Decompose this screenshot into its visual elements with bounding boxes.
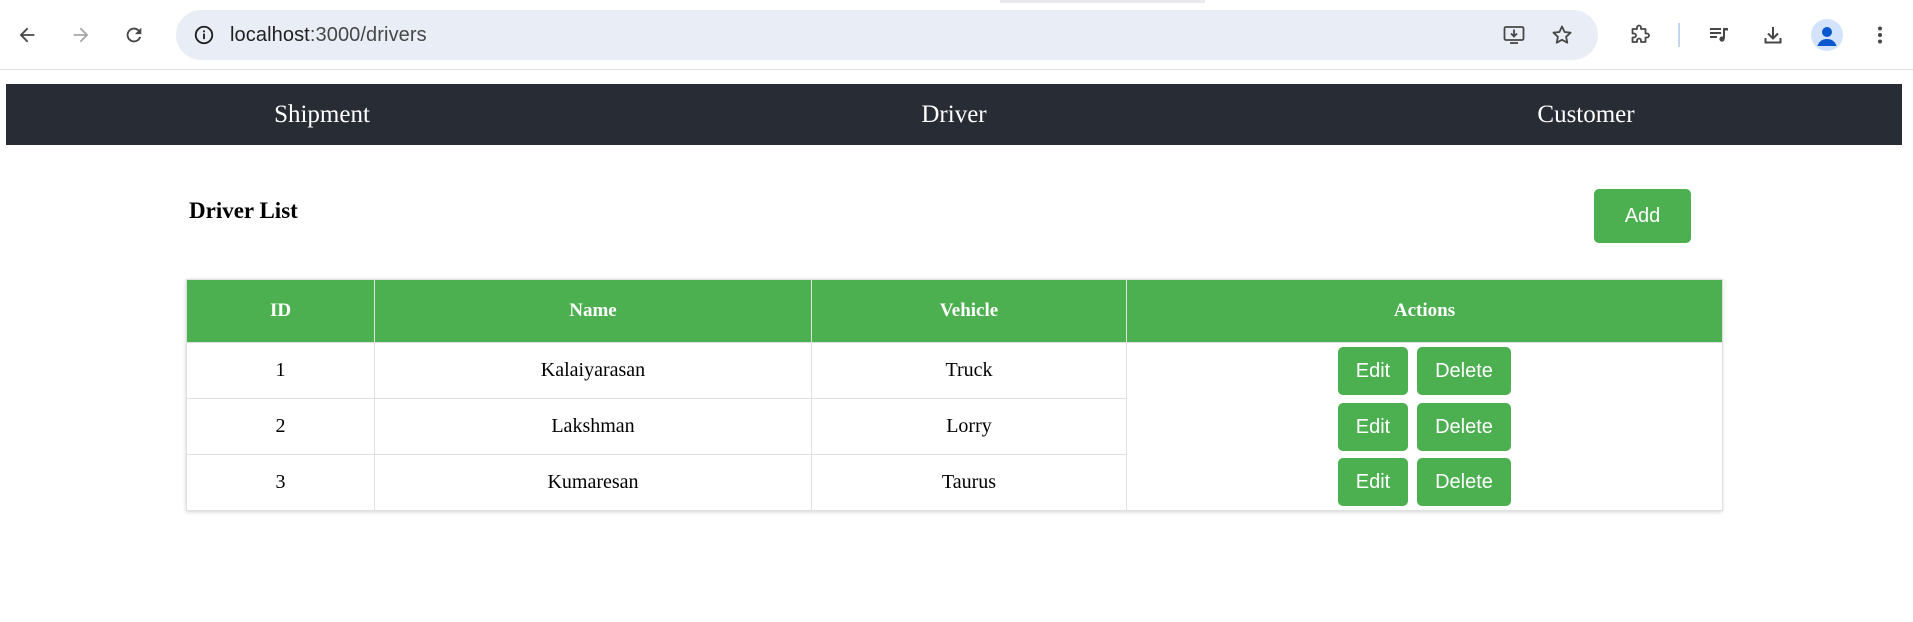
table-row: 1 Kalaiyarasan Truck Edit Delete [186,342,1723,399]
nav-link-shipment[interactable]: Shipment [6,84,638,145]
cell-vehicle: Taurus [811,454,1127,511]
cell-vehicle: Lorry [811,398,1127,455]
cell-id: 1 [186,342,375,399]
back-button[interactable] [9,17,45,53]
edit-button[interactable]: Edit [1338,402,1408,451]
column-header-vehicle: Vehicle [811,279,1127,343]
bookmark-button[interactable] [1544,17,1580,53]
delete-button[interactable]: Delete [1417,346,1511,395]
cell-name: Lakshman [374,398,812,455]
install-app-button[interactable] [1496,17,1532,53]
extensions-button[interactable] [1622,17,1658,53]
tab-strip-edge [1000,0,1205,3]
reload-icon [126,27,142,43]
table-row: 3 Kumaresan Taurus Edit Delete [186,454,1723,511]
add-driver-button[interactable]: Add [1594,189,1691,243]
page-title: Driver List [189,198,298,223]
edit-button[interactable]: Edit [1338,458,1408,507]
cell-vehicle: Truck [811,342,1127,399]
drivers-table: ID Name Vehicle Actions 1 Kalaiyarasan T… [186,279,1723,511]
browser-toolbar: localhost:3000/drivers [0,0,1913,70]
download-icon [1764,27,1782,44]
address-bar[interactable]: localhost:3000/drivers [176,10,1598,60]
cell-actions: Edit Delete [1126,398,1723,455]
media-controls-button[interactable] [1701,17,1737,53]
profile-avatar-button[interactable] [1811,19,1843,51]
delete-button[interactable]: Delete [1417,458,1511,507]
more-vert-icon [1878,26,1882,44]
install-app-icon [1503,26,1525,44]
arrow-left-icon [19,27,35,43]
cell-name: Kumaresan [374,454,812,511]
column-header-id: ID [186,279,375,343]
app-navbar: Shipment Driver Customer [6,84,1902,145]
cell-actions: Edit Delete [1126,454,1723,511]
queue-music-icon [1710,28,1728,42]
nav-link-customer[interactable]: Customer [1270,84,1902,145]
table-header-row: ID Name Vehicle Actions [186,279,1723,343]
column-header-actions: Actions [1126,279,1723,343]
drivers-table-container: ID Name Vehicle Actions 1 Kalaiyarasan T… [186,279,1723,511]
browser-menu-button[interactable] [1862,17,1898,53]
url-text[interactable]: localhost:3000/drivers [230,10,427,60]
url-host: localhost [230,24,310,46]
downloads-button[interactable] [1755,17,1791,53]
url-path: :3000/drivers [309,24,427,46]
column-header-name: Name [374,279,812,343]
reload-button[interactable] [116,17,152,53]
cell-name: Kalaiyarasan [374,342,812,399]
forward-button[interactable] [63,17,99,53]
star-icon [1552,25,1572,44]
toolbar-separator [1678,23,1680,47]
person-icon [1817,27,1837,46]
delete-button[interactable]: Delete [1417,402,1511,451]
edit-button[interactable]: Edit [1338,346,1408,395]
cell-id: 2 [186,398,375,455]
nav-link-driver[interactable]: Driver [638,84,1270,145]
table-row: 2 Lakshman Lorry Edit Delete [186,398,1723,455]
cell-id: 3 [186,454,375,511]
site-info-button[interactable] [186,17,222,53]
cell-actions: Edit Delete [1126,342,1723,399]
arrow-right-icon [73,27,89,43]
info-icon [194,25,214,45]
puzzle-icon [1631,24,1650,43]
